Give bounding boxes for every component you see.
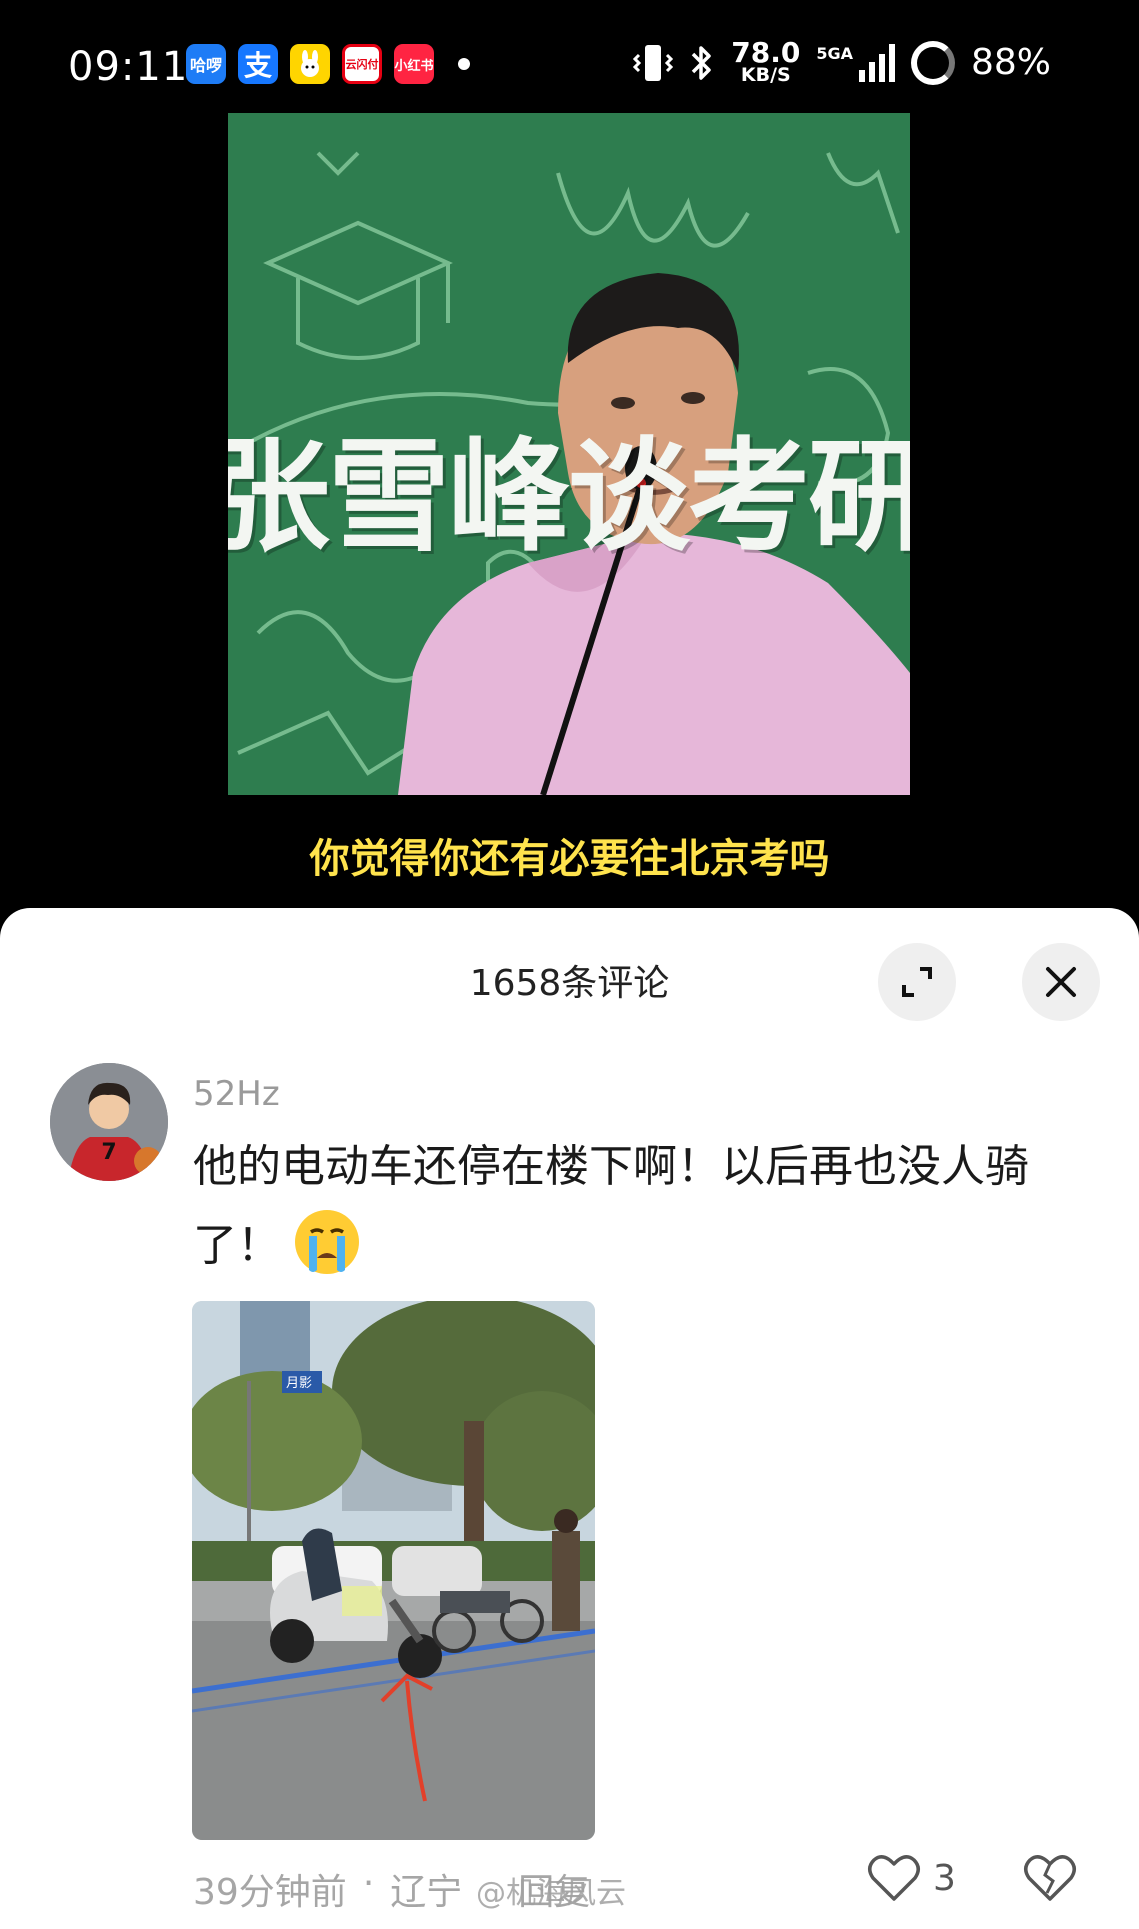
network-speed: 78.0 KB/S <box>731 36 801 86</box>
video-overlay-title: 张雪峰谈考研 <box>228 426 910 568</box>
close-button[interactable] <box>1022 943 1100 1021</box>
avatar-illustration: 7 <box>50 1063 168 1181</box>
avatar[interactable]: 7 <box>50 1063 168 1181</box>
video-player[interactable]: 张雪峰谈考研 <box>228 113 910 795</box>
unionpay-app-icon: 云闪付 <box>342 44 382 84</box>
battery-percent: 88% <box>970 42 1051 83</box>
watermark: @机海风云 <box>476 1876 626 1911</box>
status-time: 09:11 <box>68 44 189 90</box>
dislike-button[interactable] <box>1023 1853 1077 1907</box>
status-bar: 09:11 哈啰 支 云闪付 小红书 78.0 KB/S 5GA 88% <box>0 0 1139 130</box>
comments-sheet: 1658条评论 7 52Hz 他的电动车还停在楼下啊！以后再也没人骑了！ 月影 … <box>0 908 1139 1929</box>
alipay-app-icon: 支 <box>238 44 278 84</box>
street-sign-text: 月影 <box>286 1376 312 1391</box>
like-count: 3 <box>933 1857 956 1899</box>
comment-text: 他的电动车还停在楼下啊！以后再也没人骑了！ <box>193 1128 1073 1285</box>
parked-scooter-photo: 月影 <box>192 1301 595 1840</box>
avatar-jersey-number: 7 <box>101 1140 116 1165</box>
signal-strength-icon: 5GA <box>816 43 895 82</box>
crying-face-emoji-icon <box>295 1210 359 1274</box>
video-subtitle: 你觉得你还有必要往北京考吗 <box>309 836 830 882</box>
vibrate-icon <box>633 44 674 81</box>
more-notifications-dot <box>458 58 470 70</box>
comment-time: 39分钟前 <box>193 1872 347 1913</box>
comment-username[interactable]: 52Hz <box>193 1074 280 1114</box>
expand-icon <box>902 967 932 997</box>
notification-app-icons: 哈啰 支 云闪付 小红书 <box>186 44 470 84</box>
rabbit-app-icon <box>290 44 330 84</box>
comments-count-title: 1658条评论 <box>469 963 670 1004</box>
broken-heart-icon <box>1024 1855 1076 1901</box>
status-indicators: 78.0 KB/S 5GA 88% <box>633 36 1051 86</box>
comment-location: 辽宁 <box>390 1872 463 1913</box>
like-button[interactable]: 3 <box>867 1853 956 1903</box>
hello-app-icon: 哈啰 <box>186 44 226 84</box>
xiaohongshu-app-icon: 小红书 <box>394 44 434 84</box>
bluetooth-icon <box>691 45 711 80</box>
screen: 09:11 哈啰 支 云闪付 小红书 78.0 KB/S 5GA 88% 张雪峰… <box>0 0 1139 1929</box>
meta-separator: · <box>362 1863 375 1904</box>
battery-icon <box>910 40 955 85</box>
expand-button[interactable] <box>878 943 956 1021</box>
heart-icon <box>868 1855 920 1901</box>
close-icon <box>1046 967 1076 997</box>
comment-photo[interactable]: 月影 <box>192 1301 595 1840</box>
